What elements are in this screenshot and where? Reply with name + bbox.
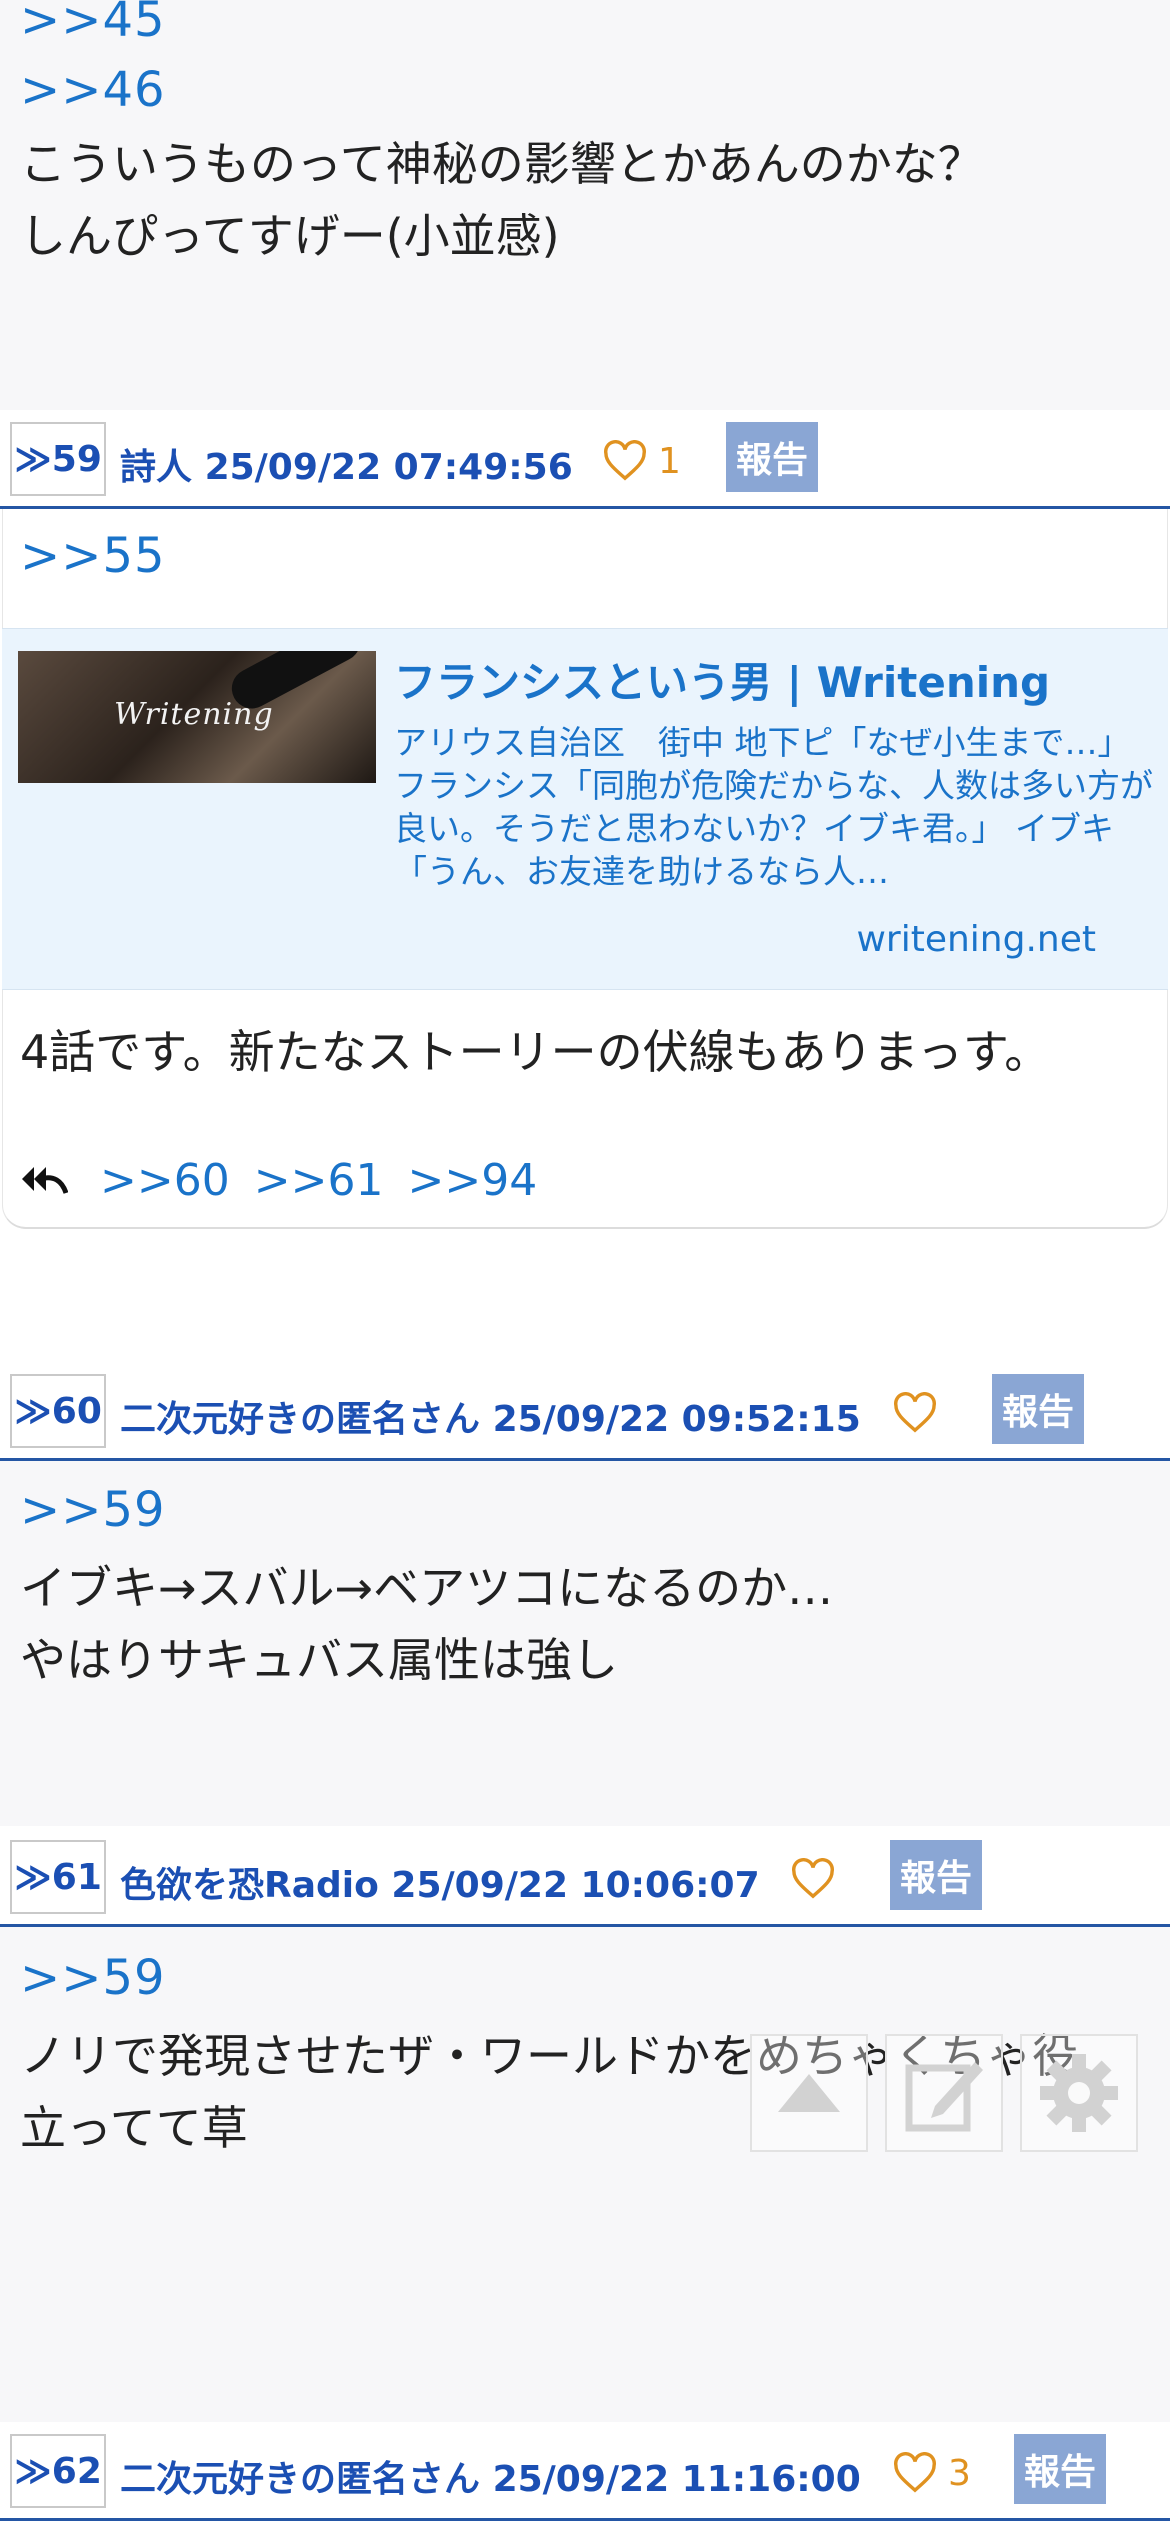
link-preview-card[interactable]: Writening フランシスという男 | Writening アリウス自治区 … bbox=[2, 628, 1168, 990]
post-59-text: 4話です。新たなストーリーの伏線もありまっす。 bbox=[20, 1025, 1051, 1079]
report-button[interactable]: 報告 bbox=[992, 1374, 1084, 1444]
reply-link[interactable]: >>61 bbox=[254, 1155, 384, 1206]
like-count: 3 bbox=[948, 2452, 971, 2494]
reply-ref-link[interactable]: >>55 bbox=[20, 528, 166, 584]
settings-button[interactable] bbox=[1020, 2034, 1138, 2152]
heart-icon bbox=[604, 440, 646, 481]
replies-row: >>60 >>61 >>94 bbox=[20, 1150, 537, 1210]
post-61-body bbox=[0, 1927, 1170, 2422]
timestamp: 25/09/22 07:49:56 bbox=[204, 447, 573, 488]
post-58-line-2: しんぴってすげー(小並感) bbox=[20, 209, 560, 263]
report-button[interactable]: 報告 bbox=[726, 422, 818, 492]
heart-icon bbox=[792, 1858, 834, 1899]
post-number-button[interactable]: ≫62 bbox=[10, 2434, 106, 2508]
post-59-header: ≫59 詩人 25/09/22 07:49:56 1 報告 bbox=[0, 410, 1170, 510]
post-60-line-1: イブキ→スバル→ベアツコになるのか… bbox=[20, 1561, 834, 1615]
post-meta: 色欲を恐Radio 25/09/22 10:06:07 bbox=[120, 1856, 760, 1908]
link-preview-image: Writening bbox=[18, 651, 376, 783]
like-button[interactable]: 3 bbox=[892, 2448, 971, 2498]
post-number-button[interactable]: ≫60 bbox=[10, 1374, 106, 1448]
report-button[interactable]: 報告 bbox=[890, 1840, 982, 1910]
reply-arrow-icon bbox=[22, 1167, 68, 1194]
post-62-header: ≫62 二次元好きの匿名さん 25/09/22 11:16:00 3 報告 bbox=[0, 2422, 1170, 2522]
post-58-line-1: こういうものって神秘の影響とかあんのかな？ bbox=[20, 137, 984, 191]
post-number-button[interactable]: ≫61 bbox=[10, 1840, 106, 1914]
image-brand-text: Writening bbox=[114, 697, 274, 732]
report-button[interactable]: 報告 bbox=[1014, 2434, 1106, 2504]
post-number-button[interactable]: ≫59 bbox=[10, 422, 106, 496]
compose-button[interactable] bbox=[885, 2034, 1003, 2152]
reply-ref-link[interactable]: >>45 bbox=[20, 0, 166, 48]
author-name: 詩人 bbox=[120, 447, 193, 488]
reply-ref-link[interactable]: >>59 bbox=[20, 1950, 166, 2006]
heart-icon bbox=[894, 2452, 936, 2493]
post-61-line-2: 立ってて草 bbox=[20, 2101, 248, 2155]
gear-icon bbox=[1040, 2054, 1118, 2132]
reply-ref-link[interactable]: >>46 bbox=[20, 62, 166, 118]
like-count: 1 bbox=[658, 440, 681, 482]
reply-link[interactable]: >>60 bbox=[100, 1155, 230, 1206]
header-divider bbox=[0, 2518, 1170, 2521]
link-preview-domain: writening.net bbox=[856, 919, 1096, 960]
like-button[interactable]: 1 bbox=[602, 436, 681, 486]
timestamp: 25/09/22 09:52:15 bbox=[492, 1399, 861, 1440]
post-meta: 二次元好きの匿名さん 25/09/22 11:16:00 bbox=[120, 2450, 861, 2502]
timestamp: 25/09/22 11:16:00 bbox=[492, 2459, 861, 2500]
link-preview-title[interactable]: フランシスという男 | Writening bbox=[394, 649, 1050, 710]
post-60-line-2: やはりサキュバス属性は強し bbox=[20, 1633, 618, 1687]
scroll-to-top-button[interactable] bbox=[750, 2034, 868, 2152]
scroll-top-icon bbox=[778, 2074, 840, 2112]
timestamp: 25/09/22 10:06:07 bbox=[391, 1865, 760, 1906]
post-meta: 二次元好きの匿名さん 25/09/22 09:52:15 bbox=[120, 1390, 861, 1442]
reply-ref-link[interactable]: >>59 bbox=[20, 1482, 166, 1538]
like-button[interactable] bbox=[892, 1388, 948, 1438]
post-meta: 詩人 25/09/22 07:49:56 bbox=[120, 438, 573, 490]
author-name: 色欲を恐Radio bbox=[120, 1865, 379, 1906]
author-name: 二次元好きの匿名さん bbox=[120, 1399, 481, 1440]
compose-icon bbox=[905, 2062, 983, 2132]
author-name: 二次元好きの匿名さん bbox=[120, 2459, 481, 2500]
post-61-header: ≫61 色欲を恐Radio 25/09/22 10:06:07 報告 bbox=[0, 1828, 1170, 1928]
link-preview-description: アリウス自治区 街中 地下ピ「なぜ小生まで…」 フランシス「同胞が危険だからな、… bbox=[394, 723, 1153, 891]
like-button[interactable] bbox=[790, 1854, 846, 1904]
post-60-header: ≫60 二次元好きの匿名さん 25/09/22 09:52:15 報告 bbox=[0, 1362, 1170, 1462]
heart-icon bbox=[894, 1392, 936, 1433]
reply-link[interactable]: >>94 bbox=[407, 1155, 537, 1206]
